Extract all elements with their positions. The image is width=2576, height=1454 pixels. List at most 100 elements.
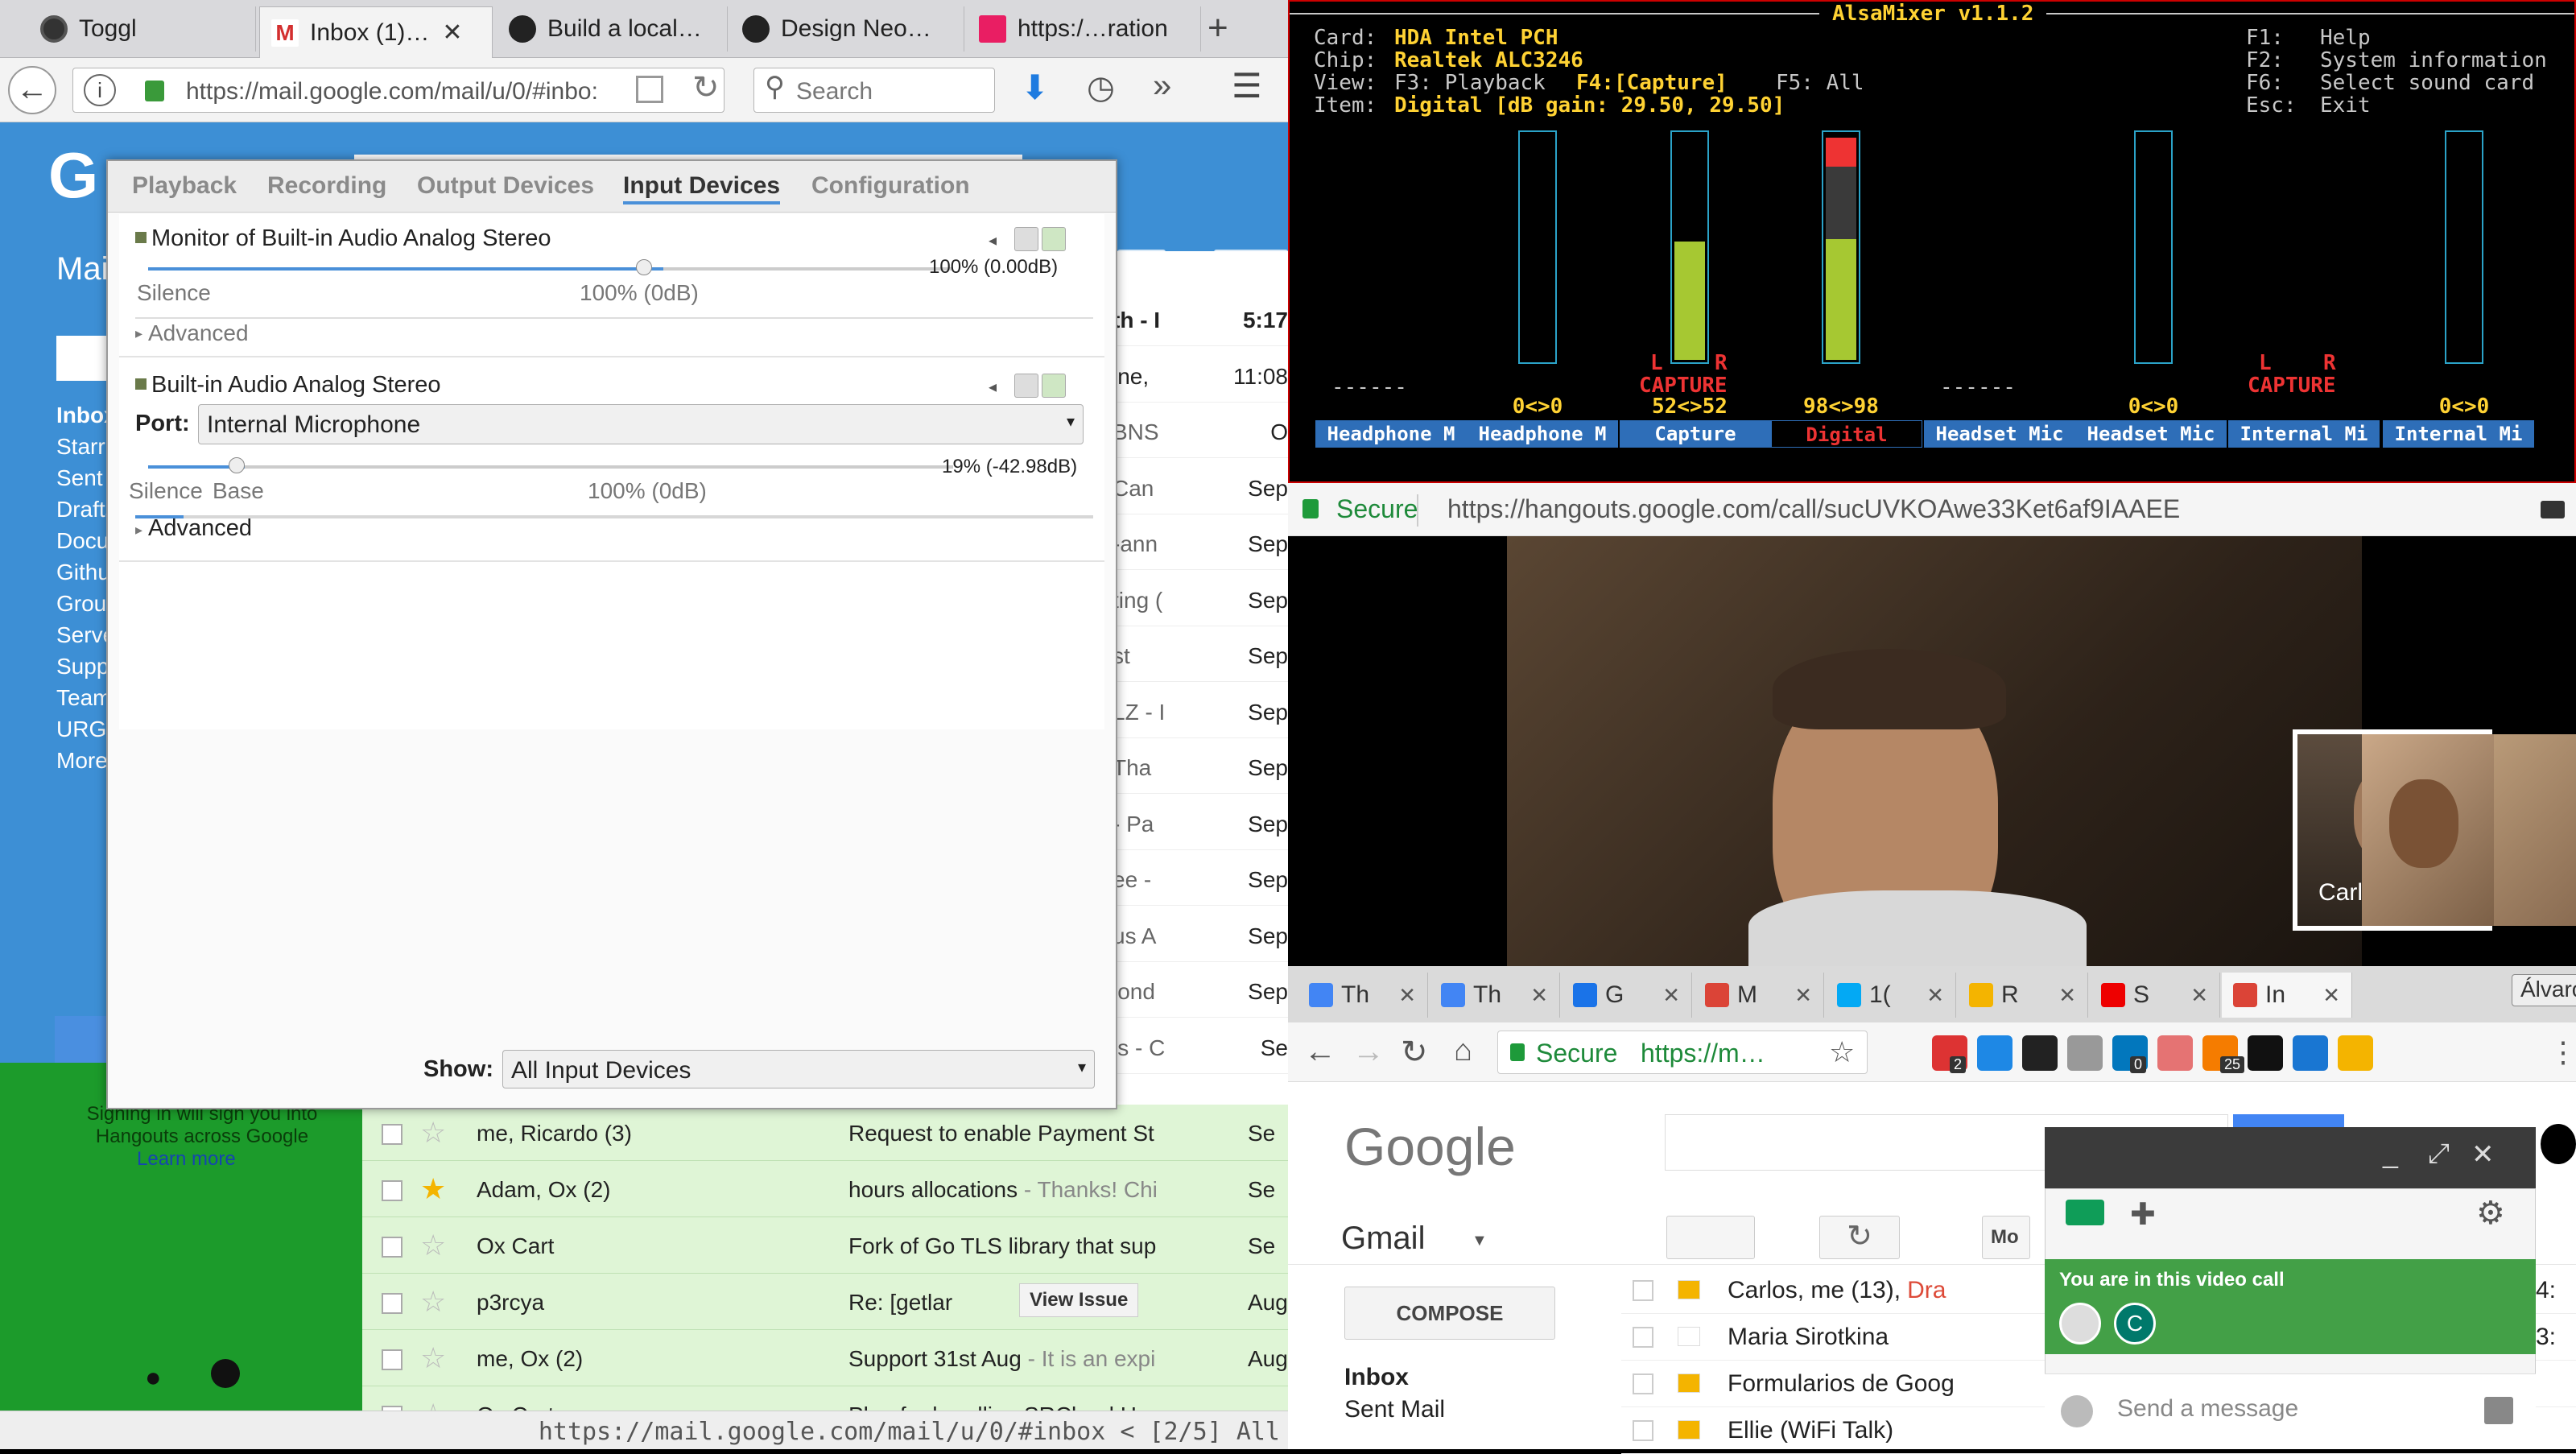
sidebar-item[interactable]: Githu	[56, 560, 110, 585]
list-item[interactable]: Can Sep	[1113, 458, 1288, 514]
nav-sent-mail[interactable]: Sent Mail	[1344, 1396, 1445, 1423]
extension-icon[interactable]	[2022, 1035, 2058, 1071]
sidebar-item[interactable]: Supp	[56, 654, 109, 679]
table-row[interactable]: ☆ me, Ricardo (3) Request to enable Paymen…	[362, 1105, 1288, 1161]
tab-configuration[interactable]: Configuration	[811, 172, 970, 200]
compose-button-partial[interactable]	[56, 336, 113, 381]
row-checkbox[interactable]	[382, 1237, 402, 1258]
extension-icon[interactable]	[1977, 1035, 2013, 1071]
bookmark-star-icon[interactable]: ☆	[1829, 1035, 1855, 1069]
emoji-icon[interactable]	[2061, 1395, 2093, 1427]
hangouts-icon[interactable]	[211, 1359, 240, 1388]
list-item[interactable]: - Pa Sep	[1113, 794, 1288, 850]
close-tab-icon[interactable]: ✕	[1794, 983, 1812, 1008]
default-button[interactable]	[1042, 227, 1066, 251]
close-tab-icon[interactable]: ✕	[1926, 983, 1944, 1008]
chrome-tab[interactable]: Th ✕	[1298, 973, 1428, 1018]
show-select[interactable]: All Input Devices ▾	[502, 1050, 1095, 1088]
list-item[interactable]: st Sep	[1113, 626, 1288, 682]
video-icon[interactable]	[2066, 1200, 2104, 1225]
select-checkbox-button[interactable]	[1666, 1216, 1755, 1259]
tab-output-devices[interactable]: Output Devices	[417, 172, 594, 200]
avatar[interactable]	[2059, 1303, 2101, 1345]
star-icon[interactable]: ☆	[420, 1341, 446, 1375]
volume-bar[interactable]	[1822, 130, 1860, 364]
chrome-tab[interactable]: M ✕	[1694, 973, 1824, 1018]
row-checkbox[interactable]	[382, 1293, 402, 1314]
more-button[interactable]: Mo	[1982, 1216, 2030, 1259]
back-icon[interactable]: ←	[8, 66, 56, 114]
list-item[interactable]: -ann Sep	[1113, 514, 1288, 570]
sidebar-item[interactable]: Team	[56, 685, 111, 711]
sidebar-item[interactable]: Docu	[56, 528, 109, 554]
message-input[interactable]: Send a message	[2117, 1395, 2298, 1423]
default-button[interactable]	[1042, 374, 1066, 398]
channel-label[interactable]: Internal Mi	[2228, 420, 2380, 448]
tab-recording[interactable]: Recording	[267, 172, 386, 200]
star-icon[interactable]: ☆	[420, 1229, 446, 1262]
lock-channels-button[interactable]	[1014, 227, 1038, 251]
new-tab-icon[interactable]: +	[1208, 8, 1228, 48]
menu-icon[interactable]: ☰	[1232, 66, 1262, 105]
compose-button[interactable]: COMPOSE	[1344, 1287, 1555, 1340]
tab-toggl[interactable]: Toggl	[29, 6, 256, 52]
close-tab-icon[interactable]: ✕	[2190, 983, 2208, 1008]
share-icon[interactable]	[636, 76, 663, 103]
close-icon[interactable]: ✕	[2471, 1138, 2495, 1171]
sidebar-item[interactable]: Sent	[56, 465, 103, 491]
row-checkbox[interactable]	[1633, 1327, 1653, 1348]
history-icon[interactable]: ◷	[1087, 69, 1115, 106]
volume-bar[interactable]	[1518, 130, 1557, 364]
home-icon[interactable]: ⌂	[1454, 1034, 1472, 1068]
row-checkbox[interactable]	[1633, 1280, 1653, 1301]
volume-bar[interactable]	[2134, 130, 2173, 364]
sidebar-item[interactable]: URG	[56, 717, 106, 742]
tab-inbox[interactable]: M Inbox (1)… ✕	[259, 6, 493, 58]
chevron-down-icon[interactable]: ▼	[1472, 1232, 1488, 1250]
channel-label[interactable]: Headset Mic	[2075, 420, 2227, 448]
importance-icon[interactable]	[1678, 1327, 1700, 1346]
url-bar[interactable]: https://mail.google.com/mail/u/0/#inbo:	[72, 68, 724, 113]
list-item[interactable]: BNS O	[1113, 402, 1288, 458]
learn-more-link[interactable]: Learn more	[137, 1148, 236, 1171]
chrome-tab[interactable]: S ✕	[2090, 973, 2220, 1018]
list-item[interactable]: LZ - I Sep	[1113, 682, 1288, 738]
table-row[interactable]: ☆ p3rcya Re: [getlar View Issue Aug	[362, 1274, 1288, 1330]
gmail-label[interactable]: Gmail	[1341, 1221, 1425, 1257]
importance-icon[interactable]	[1678, 1420, 1700, 1440]
minimize-icon[interactable]: _	[2383, 1138, 2398, 1170]
list-item[interactable]: ine, 11:08	[1113, 346, 1288, 403]
list-item[interactable]: th - I 5:17	[1113, 290, 1288, 346]
image-icon[interactable]	[2484, 1397, 2513, 1424]
list-item[interactable]: ls - C Se	[1113, 1018, 1288, 1074]
importance-icon[interactable]	[1678, 1373, 1700, 1393]
row-checkbox[interactable]	[382, 1349, 402, 1370]
importance-icon[interactable]	[1678, 1280, 1700, 1299]
camera-icon[interactable]	[2541, 501, 2565, 518]
channel-label[interactable]: Internal Mi	[2383, 420, 2534, 448]
chrome-url[interactable]: https://m…	[1641, 1039, 1765, 1068]
chrome-menu-icon[interactable]: ⋮	[2549, 1035, 2576, 1069]
extension-icon[interactable]	[2067, 1035, 2103, 1071]
star-icon[interactable]: ☆	[420, 1285, 446, 1319]
close-tab-icon[interactable]: ✕	[1530, 983, 1548, 1008]
channel-label[interactable]: Headphone M	[1315, 420, 1467, 448]
search-input[interactable]: Search	[753, 68, 995, 113]
list-item[interactable]: lond Sep	[1113, 961, 1288, 1018]
channel-label[interactable]: Capture	[1620, 420, 1771, 448]
forward-icon[interactable]: →	[1352, 1034, 1385, 1070]
back-icon[interactable]: ←	[1304, 1034, 1336, 1070]
lock-channels-button[interactable]	[1014, 374, 1038, 398]
hangouts-button-partial[interactable]	[55, 1016, 111, 1064]
tab-input-devices[interactable]: Input Devices	[623, 172, 781, 204]
nav-inbox[interactable]: Inbox	[1344, 1364, 1409, 1391]
list-item[interactable]: ee - Sep	[1113, 849, 1288, 906]
channel-label[interactable]: Headphone M	[1467, 420, 1618, 448]
sidebar-item[interactable]: Grou	[56, 591, 106, 617]
close-tab-icon[interactable]: ✕	[2058, 983, 2076, 1008]
call-url[interactable]: https://hangouts.google.com/call/sucUVKO…	[1447, 494, 2180, 524]
table-row[interactable]: ☆ me, Ox (2) Support 31st Aug - It is an e…	[362, 1330, 1288, 1386]
row-checkbox[interactable]	[1633, 1420, 1653, 1441]
popout-icon[interactable]: ⤢	[2428, 1138, 2450, 1170]
mute-icon[interactable]: ◂	[989, 377, 997, 397]
